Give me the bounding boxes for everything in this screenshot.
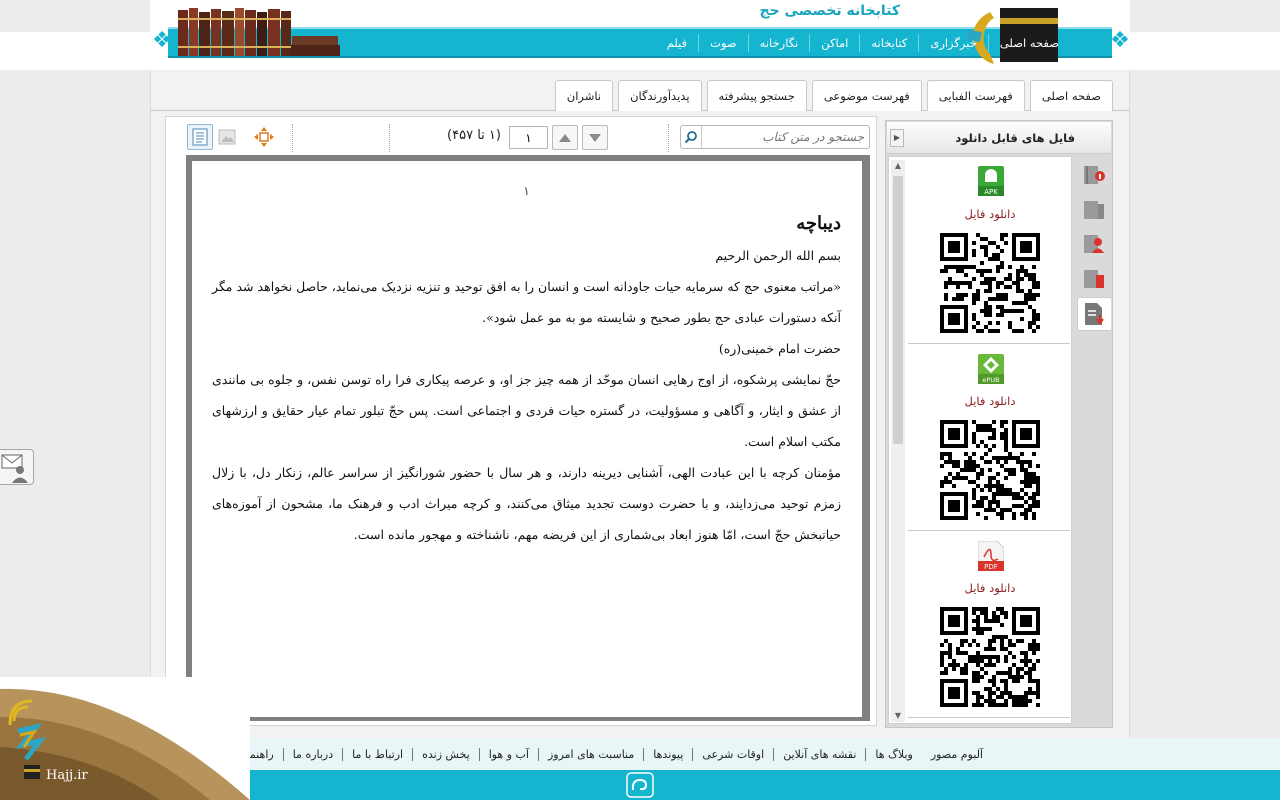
paragraph: مؤمنان کرچه با این عبادت الهی، آشنایی دی… [212,465,841,542]
main-nav: صفحه اصلی خبرگزاری کتابخانه اماکن نگارخا… [656,34,1070,52]
tab-publishers[interactable]: ناشران [554,80,614,111]
footer-links: راهنما درباره ما ارتباط با ما پخش زنده آ… [236,748,993,761]
nav-item-library[interactable]: کتابخانه [859,34,918,52]
footer-link-live[interactable]: پخش زنده [412,748,479,761]
page-number-input[interactable] [509,126,548,149]
search-button[interactable] [681,126,702,148]
ornament-icon: ❖ [152,28,172,53]
move-arrows-icon [254,127,274,147]
page-number: ۱ [523,184,530,198]
footer-link-about[interactable]: درباره ما [282,748,342,761]
image-view-button[interactable] [214,124,240,150]
image-icon [218,129,236,145]
nav-item-video[interactable]: فیلم [656,34,698,52]
page-heading: دیباچه [796,213,841,234]
download-link-epub[interactable]: دانلود فایل [940,394,1040,408]
text-view-button[interactable] [187,124,213,150]
search-icon [684,131,697,144]
paragraph: حضرت امام خمینی(ره) [718,341,841,356]
nav-item-home[interactable]: صفحه اصلی [987,34,1070,52]
divider [908,530,1070,531]
divider [908,343,1070,344]
paragraph: حجّ نمایشی پرشکوه، از اوج رهایی انسان مو… [212,372,841,449]
footer-link-album[interactable]: آلبوم مصور [922,748,992,761]
toolbar-separator [668,124,669,152]
downloads-panel-title: فایل های قابل دانلود [887,122,1111,154]
info-tab-icon[interactable] [1079,160,1109,190]
scroll-up-arrow[interactable]: ▲ [891,160,905,172]
author-tab-icon[interactable] [1079,229,1109,259]
divider [908,717,1070,718]
collapse-panel-button[interactable]: ▶ [890,129,904,147]
epub-icon-text: ePUB [982,376,999,384]
site-title: کتابخانه تخصصی حج [759,3,901,19]
arrow-down-icon [589,133,601,142]
ornament-icon: ❖ [1110,28,1130,53]
footer-link-prayer-times[interactable]: اوقات شرعی [692,748,773,761]
nav-item-audio[interactable]: صوت [698,34,748,52]
pdf-icon-text: PDF [984,563,998,571]
fit-page-button[interactable] [251,124,277,150]
epub-file-icon[interactable]: ePUB [978,354,1004,384]
tab-advanced-search[interactable]: جستجو پیشرفته [706,80,807,111]
apk-file-icon[interactable]: APK [978,166,1004,196]
tabs: صفحه اصلی فهرست الفبایی فهرست موضوعی جست… [554,80,1113,111]
qr-code-pdf [940,607,1040,707]
publisher-tab-icon[interactable] [1079,264,1109,294]
arrow-up-icon [559,133,571,142]
document-icon [192,128,208,146]
book-details-tab-icon[interactable] [1079,195,1109,225]
toolbar-separator [389,124,390,152]
paragraph: بسم الله الرحمن الرحیم [715,248,841,263]
footer-link-blogs[interactable]: وبلاگ ها [865,748,921,761]
nav-item-places[interactable]: اماکن [809,34,859,52]
tab-alphabetical[interactable]: فهرست الفبایی [926,80,1025,111]
footer-logo-icon[interactable] [626,772,654,798]
pdf-file-icon[interactable]: PDF [978,541,1004,571]
next-page-button[interactable] [582,125,608,150]
footer-link-contact[interactable]: ارتباط با ما [342,748,412,761]
scrollbar-thumb[interactable] [893,176,903,444]
footer-link-maps[interactable]: نقشه های آنلاین [773,748,865,761]
footer-link-weather[interactable]: آب و هوا [478,748,538,761]
download-link-pdf[interactable]: دانلود فایل [940,581,1040,595]
nav-item-gallery[interactable]: نگارخانه [747,34,810,52]
scroll-down-arrow[interactable]: ▼ [891,710,905,722]
tab-subject[interactable]: فهرست موضوعی [811,80,922,111]
book-page: ۱ دیباچه بسم الله الرحمن الرحیم «مراتب م… [192,161,862,717]
nav-item-news[interactable]: خبرگزاری [918,34,988,52]
footer-link-occasions[interactable]: مناسبت های امروز [537,748,643,761]
qr-code-epub [940,420,1040,520]
page-count: (۱ تا ۴۵۷) [447,128,501,143]
hajj-brand-text: Hajj.ir [46,768,88,783]
hajj-corner-banner [0,677,250,800]
apk-icon-text: APK [984,188,998,196]
download-link-apk[interactable]: دانلود فایل [940,207,1040,221]
tab-home[interactable]: صفحه اصلی [1029,80,1113,111]
toolbar-separator [292,124,293,152]
search-input[interactable] [703,126,868,148]
tab-authors[interactable]: پدیدآورندگان [618,80,702,111]
paragraph: «مراتب معنوی حج که سرمایه حیات جاودانه ا… [212,279,841,325]
footer-link-links[interactable]: پیوندها [643,748,692,761]
contact-widget[interactable] [0,449,34,485]
contact-icon [1,454,28,483]
hajj-corner-art [0,688,250,800]
prev-page-button[interactable] [552,125,578,150]
books-image [178,8,340,56]
qr-code-apk [940,233,1040,333]
download-tab-icon[interactable] [1077,297,1111,331]
